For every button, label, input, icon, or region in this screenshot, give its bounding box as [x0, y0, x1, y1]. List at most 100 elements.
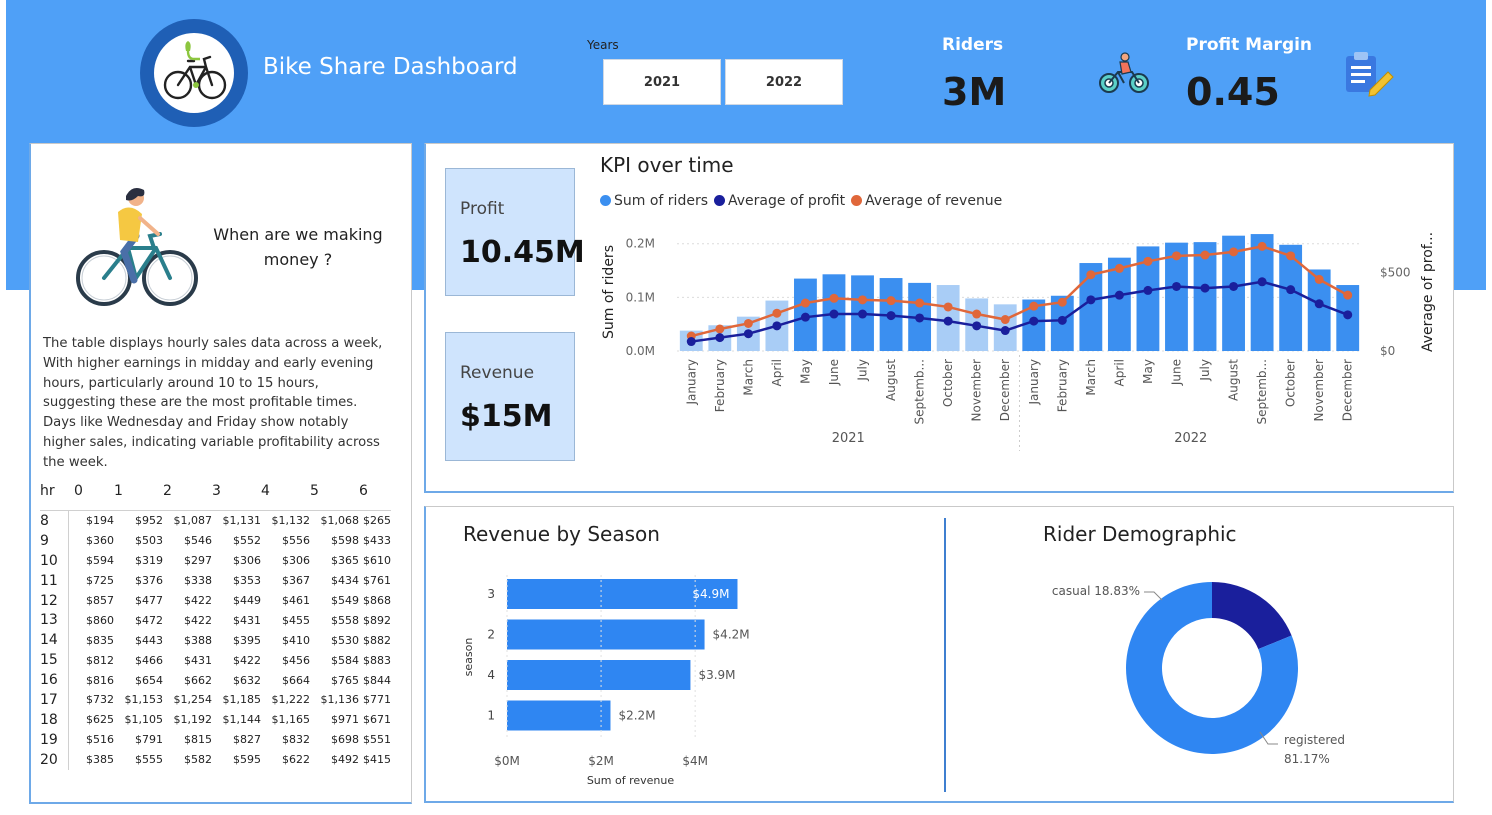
- table-cell: $353: [233, 574, 261, 588]
- legend-item-revenue[interactable]: Average of revenue: [851, 193, 1002, 209]
- revenue-by-season-chart: 3 $4.9M 2 $4.2M 4 $3.9M 1 $2.2M $0M $2M $4M Sum of …: [462, 575, 750, 787]
- revenue-point: [772, 308, 782, 318]
- table-cell: $812: [86, 653, 114, 667]
- table-cell: $477: [135, 594, 163, 607]
- dashboard-title: Bike Share Dashboard: [263, 54, 518, 80]
- profit-point: [715, 333, 725, 343]
- x-tick-label: July: [856, 359, 870, 382]
- table-cell: $1,132: [271, 514, 311, 528]
- casual-slice-label: casual 18.83%: [1052, 584, 1140, 598]
- x-tick-label: June: [827, 359, 841, 386]
- legend-item-riders[interactable]: Sum of riders: [600, 193, 708, 209]
- table-cell: $297: [184, 554, 212, 568]
- table-cell: $1,136: [320, 693, 360, 707]
- x-tick-label: June: [1169, 359, 1183, 386]
- profit-point: [1343, 310, 1353, 320]
- y-tick-label: 0.2M: [626, 237, 655, 251]
- table-row: 9 $360 $503 $546 $552 $556 $598 $433: [40, 530, 391, 551]
- table-cell: $827: [233, 733, 261, 747]
- profit-point: [1229, 281, 1239, 291]
- revenue-point: [972, 309, 982, 319]
- table-cell: $422: [184, 594, 212, 607]
- profit-point: [1200, 283, 1210, 293]
- years-filter-label: Years: [587, 38, 619, 52]
- table-cell: $443: [135, 633, 163, 647]
- y-axis-title: Sum of riders: [601, 245, 617, 339]
- table-cell: $265: [363, 514, 391, 528]
- table-cell: $857: [86, 594, 114, 607]
- table-cell: $431: [233, 613, 261, 627]
- table-cell: $434: [331, 574, 359, 588]
- season-value-label: $2.2M: [618, 709, 655, 723]
- table-cell: $449: [233, 594, 261, 607]
- table-cell: $466: [135, 653, 163, 667]
- season-value-label: $4.9M: [692, 587, 729, 601]
- x-tick-label: April: [1112, 359, 1126, 386]
- revenue-point: [1000, 315, 1010, 325]
- x-tick-label: Septemb...: [1255, 359, 1269, 424]
- revenue-point: [1257, 241, 1267, 251]
- table-row: 16 $816 $654 $662 $632 $664 $765 $844: [40, 670, 391, 691]
- profit-point: [1000, 326, 1010, 336]
- table-row: 12 $857 $477 $422 $449 $461 $549 $868: [40, 590, 391, 611]
- column-header: 2: [163, 480, 212, 511]
- when-making-money-heading: When are we making money ?: [213, 225, 383, 269]
- table-row: 19 $516 $791 $815 $827 $832 $698 $551: [40, 729, 391, 750]
- table-cell: $594: [86, 554, 114, 568]
- revenue-point: [1343, 290, 1353, 300]
- hour-cell: 18: [40, 709, 69, 730]
- table-cell: $338: [184, 574, 212, 588]
- panel-divider: [944, 518, 946, 792]
- table-cell: $555: [135, 753, 163, 767]
- logo: [140, 19, 248, 127]
- table-cell: $868: [363, 594, 391, 607]
- table-cell: $395: [233, 633, 261, 647]
- x-tick-label: October: [1284, 359, 1298, 407]
- revenue-point: [1314, 274, 1324, 284]
- revenue-point: [1200, 250, 1210, 260]
- table-cell: $595: [233, 753, 261, 767]
- profit-card-label: Profit: [460, 199, 505, 219]
- table-corner-header: hr: [40, 480, 68, 511]
- season-bar: [507, 660, 691, 690]
- table-row: 11 $725 $376 $338 $353 $367 $434 $761: [40, 570, 391, 591]
- x-axis-title: Sum of revenue: [587, 774, 675, 787]
- x-tick-label: July: [1198, 359, 1212, 382]
- profit-point: [943, 316, 953, 326]
- x-tick-label: November: [1312, 359, 1326, 421]
- hour-cell: 9: [40, 530, 69, 551]
- table-cell: $971: [331, 713, 359, 727]
- table-cell: $622: [282, 753, 310, 767]
- table-cell: $725: [86, 574, 114, 588]
- year-2022-button[interactable]: 2022: [725, 59, 843, 105]
- y-axis-title: season: [462, 638, 475, 677]
- profit-point: [1314, 299, 1324, 309]
- rider-demographic-title: Rider Demographic: [1043, 522, 1237, 546]
- x-tick-label: December: [1341, 359, 1355, 421]
- hourly-sales-table: hr 0 1 2 3 4 5 6 8 $194 $952 $1,087 $1,131 $1…: [40, 480, 391, 770]
- registered-slice-percent: 81.17%: [1284, 752, 1330, 766]
- revenue-point: [1057, 297, 1067, 307]
- table-cell: $306: [233, 554, 261, 568]
- season-category-label: 2: [487, 628, 495, 642]
- revenue-point: [800, 298, 810, 308]
- profit-point: [972, 321, 982, 331]
- table-row: 14 $835 $443 $388 $395 $410 $530 $882: [40, 630, 391, 651]
- legend-item-profit[interactable]: Average of profit: [714, 193, 845, 209]
- revenue-card-label: Revenue: [460, 363, 535, 383]
- table-cell: $698: [331, 733, 359, 747]
- profit-card: Profit 10.45M: [445, 168, 585, 296]
- table-cell: $835: [86, 633, 114, 647]
- year-2021-button[interactable]: 2021: [603, 59, 721, 105]
- revenue-point: [1229, 247, 1239, 257]
- x-tick-label: May: [1141, 359, 1155, 384]
- profit-point: [1143, 285, 1153, 295]
- table-cell: $664: [282, 673, 310, 687]
- table-cell: $671: [363, 713, 391, 727]
- table-cell: $410: [282, 633, 310, 647]
- table-header-row: hr 0 1 2 3 4 5 6: [40, 480, 391, 511]
- profit-point: [1257, 277, 1267, 287]
- table-cell: $610: [363, 554, 391, 568]
- profit-point: [915, 313, 925, 323]
- x-tick-label: February: [713, 359, 727, 412]
